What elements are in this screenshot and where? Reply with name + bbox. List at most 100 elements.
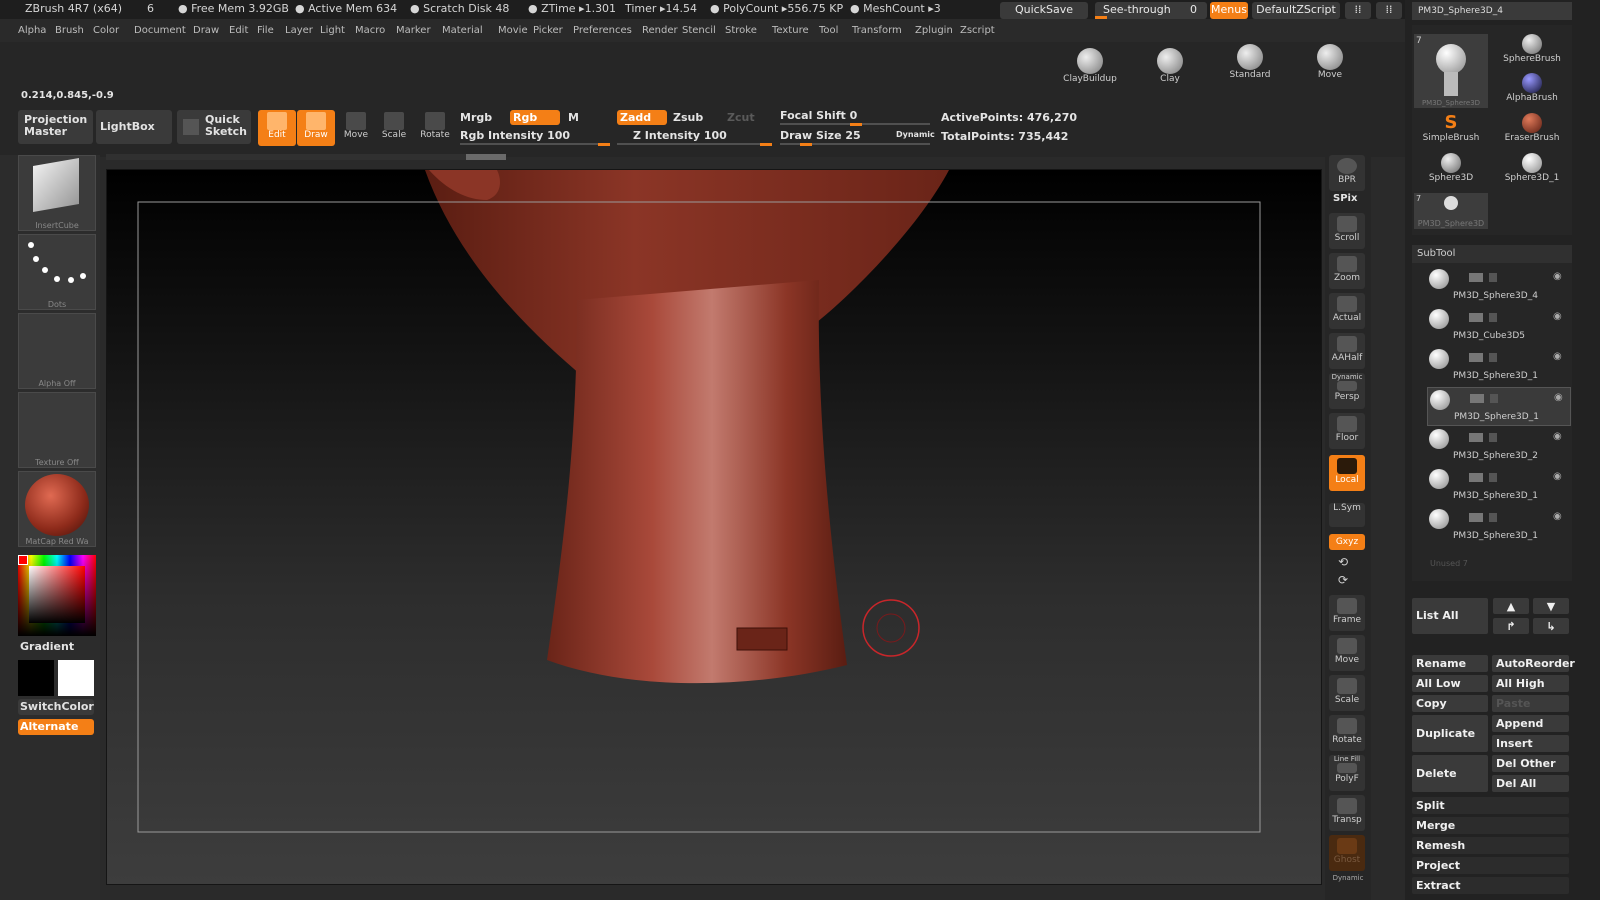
eraserbrush-tool[interactable]: EraserBrush bbox=[1495, 113, 1569, 149]
scale-view-button[interactable]: Scale bbox=[1329, 675, 1365, 711]
subtool-item[interactable]: ◉ PM3D_Sphere3D_2 bbox=[1427, 427, 1569, 464]
menu-color[interactable]: Color bbox=[93, 21, 119, 41]
rotate-z-icon[interactable]: ⟳ bbox=[1338, 573, 1348, 587]
menu-picker[interactable]: Picker bbox=[533, 21, 563, 41]
alphabrush-tool[interactable]: AlphaBrush bbox=[1495, 73, 1569, 109]
paste-button[interactable]: Paste bbox=[1492, 695, 1569, 712]
mrgb-toggle[interactable]: Mrgb bbox=[460, 111, 492, 124]
scroll-thumb[interactable] bbox=[466, 154, 506, 160]
edit-button[interactable]: Edit bbox=[258, 110, 296, 146]
duplicate-button[interactable]: Duplicate bbox=[1412, 715, 1488, 752]
menu-document[interactable]: Document bbox=[134, 21, 186, 41]
menu-material[interactable]: Material bbox=[442, 21, 483, 41]
move-brush[interactable]: Move bbox=[1300, 44, 1360, 84]
menu-stroke[interactable]: Stroke bbox=[725, 21, 757, 41]
frame-button[interactable]: Frame bbox=[1329, 595, 1365, 631]
rename-button[interactable]: Rename bbox=[1412, 655, 1488, 672]
extract-section[interactable]: Extract bbox=[1412, 877, 1569, 894]
menus-button[interactable]: Menus bbox=[1210, 2, 1248, 19]
ghost-button[interactable]: Ghost bbox=[1329, 835, 1365, 871]
menu-tool[interactable]: Tool bbox=[819, 21, 838, 41]
projection-master-button[interactable]: Projection Master bbox=[18, 110, 93, 144]
eye-icon[interactable]: ◉ bbox=[1554, 392, 1563, 403]
texture-selector[interactable]: Texture Off bbox=[18, 392, 96, 468]
move-to-bottom-icon[interactable]: ↳ bbox=[1533, 618, 1569, 634]
visibility-toggles[interactable] bbox=[1469, 273, 1529, 282]
visibility-toggles[interactable] bbox=[1469, 433, 1529, 442]
quick-sketch-button[interactable]: Quick Sketch bbox=[177, 110, 251, 144]
pm3d-sphere3d-tool[interactable]: 7 PM3D_Sphere3D bbox=[1414, 193, 1488, 229]
focal-shift-slider[interactable] bbox=[780, 123, 930, 126]
eye-icon[interactable]: ◉ bbox=[1553, 351, 1562, 362]
split-section[interactable]: Split bbox=[1412, 797, 1569, 814]
current-tool-label[interactable]: PM3D_Sphere3D_4 bbox=[1412, 2, 1572, 20]
zsub-toggle[interactable]: Zsub bbox=[673, 111, 703, 124]
simplebrush-tool[interactable]: S SimpleBrush bbox=[1414, 113, 1488, 149]
menu-stencil[interactable]: Stencil bbox=[682, 21, 716, 41]
rotate-button[interactable]: Rotate bbox=[416, 110, 454, 146]
del-other-button[interactable]: Del Other bbox=[1492, 755, 1569, 772]
scroll-button[interactable]: Scroll bbox=[1329, 213, 1365, 249]
z-intensity-slider[interactable] bbox=[617, 143, 772, 146]
remesh-section[interactable]: Remesh bbox=[1412, 837, 1569, 854]
default-zscript-button[interactable]: DefaultZScript bbox=[1252, 2, 1340, 19]
draw-button[interactable]: Draw bbox=[297, 110, 335, 146]
switch-color-button[interactable]: SwitchColor bbox=[18, 699, 94, 715]
stroke-dots[interactable]: Dots bbox=[18, 234, 96, 310]
persp-button[interactable]: Dynamic Persp bbox=[1329, 373, 1365, 409]
subtool-item[interactable]: ◉ PM3D_Cube3D5 bbox=[1427, 307, 1569, 344]
insert-button[interactable]: Insert bbox=[1492, 735, 1569, 752]
layout-2-icon[interactable]: ⁞⁞ bbox=[1376, 2, 1402, 19]
sphere3d-tool[interactable]: Sphere3D bbox=[1414, 153, 1488, 189]
all-high-button[interactable]: All High bbox=[1492, 675, 1569, 692]
menu-preferences[interactable]: Preferences bbox=[573, 21, 632, 41]
append-button[interactable]: Append bbox=[1492, 715, 1569, 732]
subtool-item[interactable]: ◉ PM3D_Sphere3D_4 bbox=[1427, 267, 1569, 304]
polyf-button[interactable]: Line Fill PolyF bbox=[1329, 755, 1365, 791]
standard-brush[interactable]: Standard bbox=[1220, 44, 1280, 84]
eye-icon[interactable]: ◉ bbox=[1553, 471, 1562, 482]
local-button[interactable]: Local bbox=[1329, 455, 1365, 491]
draw-size-slider[interactable] bbox=[780, 143, 930, 146]
menu-movie[interactable]: Movie bbox=[498, 21, 528, 41]
menu-edit[interactable]: Edit bbox=[229, 21, 248, 41]
dynamic-toggle[interactable]: Dynamic bbox=[896, 130, 935, 139]
visibility-toggles[interactable] bbox=[1469, 353, 1529, 362]
subtool-header[interactable]: SubTool bbox=[1412, 245, 1572, 263]
delete-button[interactable]: Delete bbox=[1412, 755, 1488, 792]
subtool-item[interactable]: ◉ PM3D_Sphere3D_1 bbox=[1427, 347, 1569, 384]
floor-button[interactable]: Floor bbox=[1329, 413, 1365, 449]
rgb-intensity-slider[interactable] bbox=[460, 143, 610, 146]
rotate-view-button[interactable]: Rotate bbox=[1329, 715, 1365, 751]
eye-icon[interactable]: ◉ bbox=[1553, 431, 1562, 442]
eye-icon[interactable]: ◉ bbox=[1553, 511, 1562, 522]
move-down-icon[interactable]: ▼ bbox=[1533, 598, 1569, 614]
color-picker[interactable] bbox=[18, 555, 96, 636]
insert-cube-tool[interactable]: InsertCube bbox=[18, 155, 96, 231]
visibility-toggles[interactable] bbox=[1470, 394, 1530, 403]
aahalf-button[interactable]: AAHalf bbox=[1329, 333, 1365, 369]
claybuildup-brush[interactable]: ClayBuildup bbox=[1060, 48, 1120, 88]
color-square[interactable] bbox=[29, 566, 85, 623]
menu-file[interactable]: File bbox=[257, 21, 274, 41]
autoreorder-button[interactable]: AutoReorder bbox=[1492, 655, 1575, 672]
canvas-viewport[interactable] bbox=[106, 169, 1322, 885]
menu-texture[interactable]: Texture bbox=[772, 21, 809, 41]
merge-section[interactable]: Merge bbox=[1412, 817, 1569, 834]
menu-macro[interactable]: Macro bbox=[355, 21, 385, 41]
alternate-button[interactable]: Alternate bbox=[18, 719, 94, 735]
move-button[interactable]: Move bbox=[337, 110, 375, 146]
subtool-item[interactable]: ◉ PM3D_Sphere3D_1 bbox=[1427, 387, 1571, 426]
rotate-y-icon[interactable]: ⟲ bbox=[1338, 555, 1348, 569]
menu-alpha[interactable]: Alpha bbox=[18, 21, 46, 41]
subtool-item[interactable]: ◉ PM3D_Sphere3D_1 bbox=[1427, 467, 1569, 504]
move-to-top-icon[interactable]: ↱ bbox=[1493, 618, 1529, 634]
bpr-button[interactable]: BPR bbox=[1329, 155, 1365, 191]
menu-brush[interactable]: Brush bbox=[55, 21, 84, 41]
eye-icon[interactable]: ◉ bbox=[1553, 311, 1562, 322]
m-toggle[interactable]: M bbox=[568, 111, 579, 124]
rgb-toggle[interactable]: Rgb bbox=[510, 110, 560, 125]
transp-button[interactable]: Transp bbox=[1329, 795, 1365, 831]
primary-color-swatch[interactable] bbox=[18, 660, 54, 696]
del-all-button[interactable]: Del All bbox=[1492, 775, 1569, 792]
